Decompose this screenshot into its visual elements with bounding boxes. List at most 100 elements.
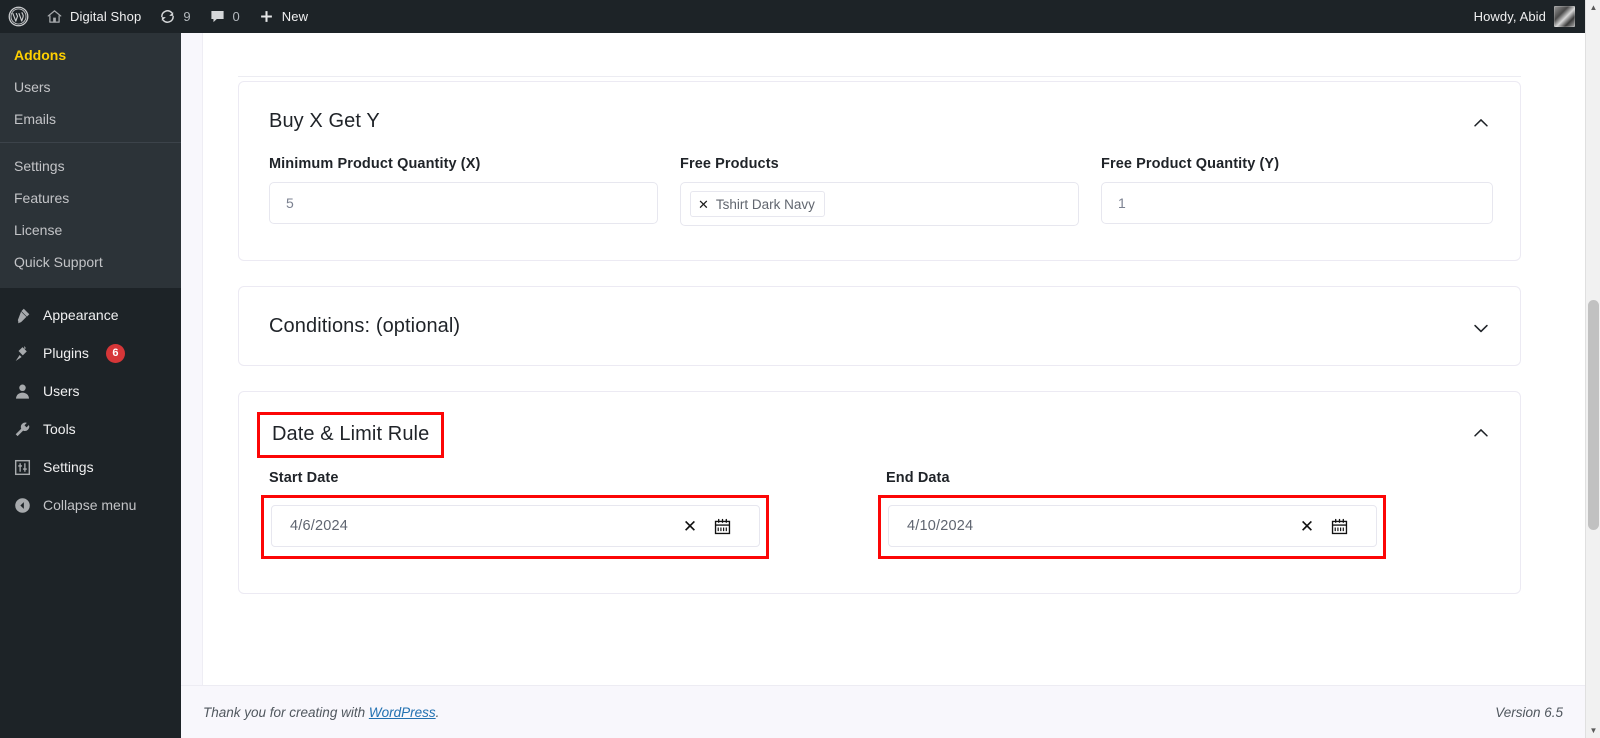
chevron-up-icon[interactable]: [1470, 422, 1492, 444]
start-date-value: 4/6/2024: [290, 518, 349, 534]
collapse-arrow-left-icon: [12, 495, 32, 515]
close-x-icon[interactable]: ✕: [698, 198, 709, 211]
sidebar-item-label: Users: [14, 79, 51, 95]
sidebar-item-label: Features: [14, 190, 70, 206]
scrollbar-thumb[interactable]: [1588, 300, 1599, 530]
section-divider: [238, 76, 1521, 77]
sidebar-item-appearance[interactable]: Appearance: [0, 296, 181, 334]
updates-icon: [159, 8, 176, 25]
sidebar-item-label: Settings: [14, 158, 65, 174]
chevron-down-icon[interactable]: [1470, 317, 1492, 339]
plugins-plug-icon: [12, 343, 32, 363]
admin-bar: Digital Shop 9 0 New Howdy, Abid: [0, 0, 1585, 33]
free-product-tag[interactable]: ✕ Tshirt Dark Navy: [690, 191, 825, 217]
page-scrollbar[interactable]: ▲ ▼: [1585, 0, 1600, 738]
sidebar-item-label: Tools: [43, 420, 76, 437]
conditions-card[interactable]: Conditions: (optional): [238, 286, 1521, 366]
buy-x-get-y-card: Buy X Get Y Minimum Product Quantity (X)…: [238, 81, 1521, 261]
sidebar-item-label: Appearance: [43, 306, 119, 323]
sidebar-item-settings-sub[interactable]: Settings: [0, 150, 181, 182]
footer-credit-suffix: .: [435, 704, 440, 720]
sidebar-item-label: License: [14, 222, 63, 238]
start-date-field: Start Date 4/6/2024 ✕: [261, 470, 769, 559]
sidebar-item-addons[interactable]: Addons: [0, 39, 181, 71]
updates-button[interactable]: 9: [150, 0, 199, 33]
previous-section-partial: [203, 33, 1585, 81]
sidebar-item-label: Users: [43, 382, 80, 399]
conditions-header[interactable]: Conditions: (optional): [239, 287, 1520, 365]
sidebar-item-users[interactable]: Users: [0, 372, 181, 410]
sidebar-item-label: Collapse menu: [43, 496, 137, 513]
tools-wrench-icon: [12, 419, 32, 439]
min-product-quantity-input[interactable]: 5: [269, 182, 658, 224]
avatar: [1554, 6, 1575, 27]
free-products-field: Free Products ✕ Tshirt Dark Navy: [680, 156, 1079, 226]
free-product-quantity-input[interactable]: 1: [1101, 182, 1493, 224]
free-product-quantity-value: 1: [1118, 195, 1126, 211]
end-date-value: 4/10/2024: [907, 518, 974, 534]
updates-count: 9: [183, 9, 191, 24]
sidebar-item-settings[interactable]: Settings: [0, 448, 181, 486]
sidebar-item-quick-support[interactable]: Quick Support: [0, 246, 181, 278]
admin-sidebar: Addons Users Emails Settings Features Li…: [0, 33, 181, 738]
scroll-down-arrow-icon[interactable]: ▼: [1586, 723, 1600, 738]
close-x-icon[interactable]: ✕: [679, 515, 701, 537]
sidebar-item-license[interactable]: License: [0, 214, 181, 246]
date-fields-row: Start Date 4/6/2024 ✕ End Data 4/10/2024…: [239, 458, 1520, 593]
buy-x-get-y-fields: Minimum Product Quantity (X) 5 Free Prod…: [239, 134, 1520, 260]
calendar-icon[interactable]: [711, 515, 733, 537]
appearance-brush-icon: [12, 305, 32, 325]
comments-button[interactable]: 0: [200, 0, 249, 33]
site-name-label: Digital Shop: [70, 9, 142, 24]
free-product-quantity-label: Free Product Quantity (Y): [1101, 156, 1280, 172]
date-limit-rule-title: Date & Limit Rule: [257, 412, 445, 458]
comments-count: 0: [232, 9, 240, 24]
buy-x-get-y-title: Buy X Get Y: [269, 110, 380, 132]
min-product-quantity-label: Minimum Product Quantity (X): [269, 156, 481, 172]
end-date-label: End Data: [886, 470, 950, 486]
account-menu-button[interactable]: Howdy, Abid: [1465, 0, 1585, 33]
scroll-up-arrow-icon[interactable]: ▲: [1586, 0, 1600, 15]
start-date-highlight: 4/6/2024 ✕: [261, 495, 769, 559]
sidebar-item-tools[interactable]: Tools: [0, 410, 181, 448]
sidebar-item-plugins[interactable]: Plugins 6: [0, 334, 181, 372]
wordpress-link[interactable]: WordPress: [369, 705, 436, 720]
howdy-label: Howdy, Abid: [1473, 9, 1546, 24]
sidebar-item-emails[interactable]: Emails: [0, 103, 181, 135]
new-content-label: New: [281, 9, 309, 24]
sidebar-item-users-sub[interactable]: Users: [0, 71, 181, 103]
plus-icon: [258, 8, 275, 25]
start-date-input[interactable]: 4/6/2024 ✕: [271, 505, 760, 547]
date-limit-rule-card: Date & Limit Rule Start Date 4/6/2024 ✕: [238, 391, 1521, 594]
close-x-icon[interactable]: ✕: [1296, 515, 1318, 537]
new-content-button[interactable]: New: [249, 0, 317, 33]
wordpress-logo-button[interactable]: [0, 0, 37, 33]
wordpress-logo-icon: [8, 6, 29, 27]
end-date-field: End Data 4/10/2024 ✕: [878, 470, 1386, 559]
users-person-icon: [12, 381, 32, 401]
sidebar-item-collapse-menu[interactable]: Collapse menu: [0, 486, 181, 524]
buy-x-get-y-header: Buy X Get Y: [239, 82, 1520, 134]
min-product-quantity-field: Minimum Product Quantity (X) 5: [269, 156, 658, 226]
end-date-highlight: 4/10/2024 ✕: [878, 495, 1386, 559]
site-name-button[interactable]: Digital Shop: [37, 0, 150, 33]
footer-version: Version 6.5: [1495, 704, 1563, 720]
free-products-select[interactable]: ✕ Tshirt Dark Navy: [680, 182, 1079, 226]
free-product-quantity-field: Free Product Quantity (Y) 1: [1101, 156, 1493, 226]
comment-icon: [209, 8, 226, 25]
footer-credit-prefix: Thank you for creating with: [203, 704, 369, 720]
sidebar-divider: [0, 142, 181, 143]
sidebar-item-features[interactable]: Features: [0, 182, 181, 214]
start-date-label: Start Date: [269, 470, 339, 486]
sidebar-item-label: Plugins: [43, 344, 89, 361]
chevron-up-icon[interactable]: [1470, 112, 1492, 134]
conditions-title: Conditions: (optional): [269, 315, 461, 337]
calendar-icon[interactable]: [1328, 515, 1350, 537]
end-date-input[interactable]: 4/10/2024 ✕: [888, 505, 1377, 547]
sidebar-item-label: Emails: [14, 111, 57, 127]
min-product-quantity-value: 5: [286, 195, 294, 211]
plugins-update-badge: 6: [105, 343, 125, 363]
content-gutter: [181, 33, 203, 738]
free-product-tag-label: Tshirt Dark Navy: [715, 196, 815, 212]
